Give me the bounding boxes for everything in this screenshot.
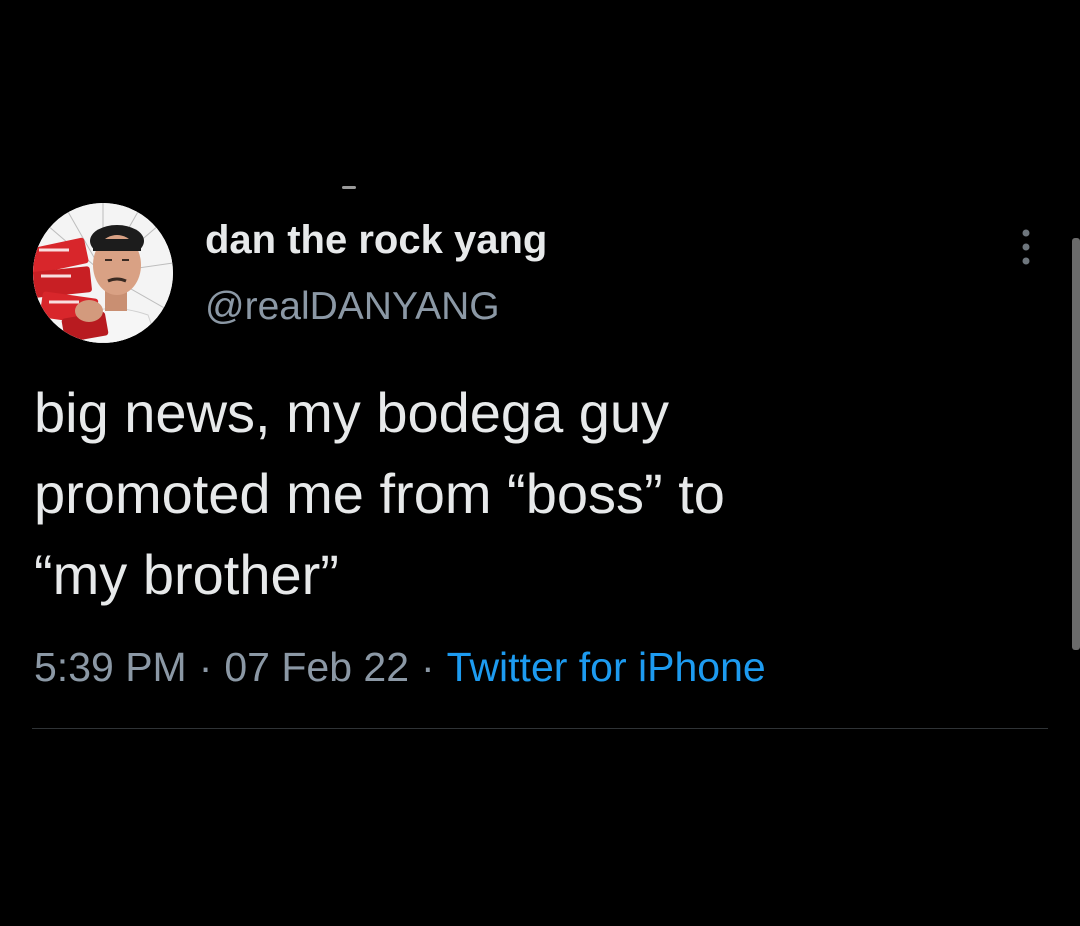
tweet-text-line: “my brother”: [34, 543, 339, 606]
scrollbar[interactable]: [1072, 238, 1080, 650]
display-name[interactable]: dan the rock yang: [205, 218, 547, 263]
more-vertical-icon[interactable]: [1014, 226, 1038, 268]
meta-separator: ·: [198, 644, 213, 690]
tweet-source-link[interactable]: Twitter for iPhone: [447, 644, 766, 690]
avatar[interactable]: [33, 203, 173, 343]
tweet-time[interactable]: 5:39 PM: [34, 644, 187, 690]
tweet-meta: 5:39 PM · 07 Feb 22 · Twitter for iPhone: [34, 644, 766, 691]
tweet-text: big news, my bodega guy promoted me from…: [34, 372, 994, 615]
profile-photo-icon: [33, 203, 173, 343]
divider: [32, 728, 1048, 729]
tweet-date[interactable]: 07 Feb 22: [224, 644, 409, 690]
meta-separator: ·: [421, 644, 435, 690]
user-handle[interactable]: @realDANYANG: [205, 285, 500, 329]
tweet-text-line: promoted me from “boss” to: [34, 462, 725, 525]
top-dash-mark: [342, 186, 356, 189]
tweet-text-line: big news, my bodega guy: [34, 381, 670, 444]
